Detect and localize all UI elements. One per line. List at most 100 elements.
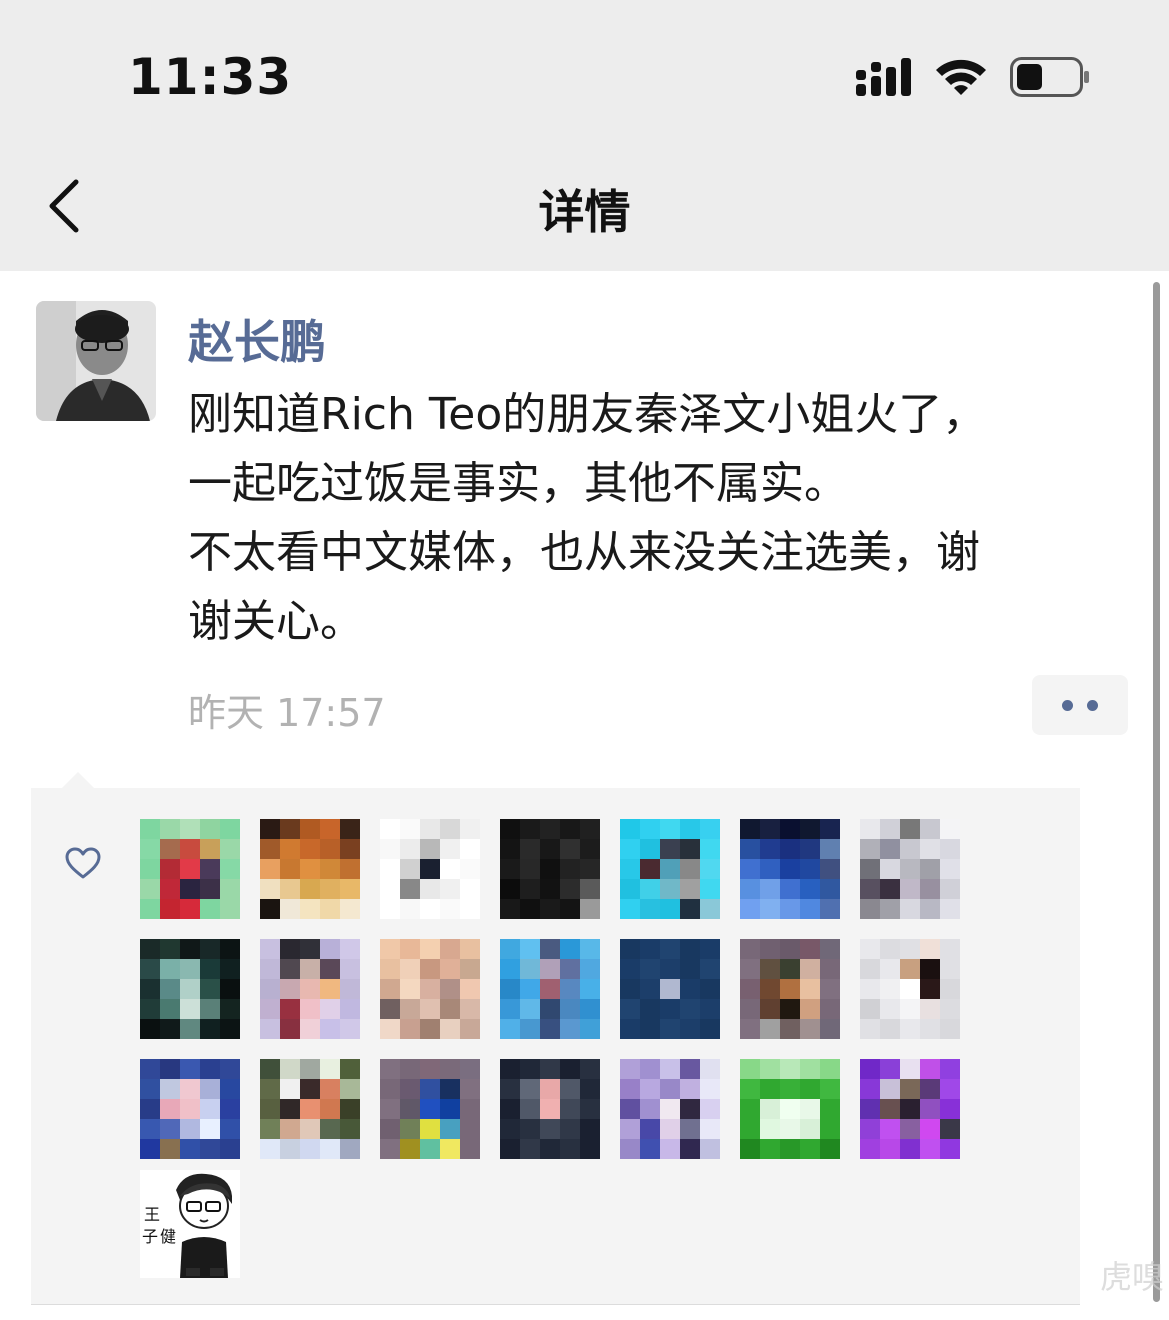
avatar-pixel	[700, 1139, 720, 1159]
avatar-pixel	[420, 1059, 440, 1079]
avatar-pixel	[660, 1139, 680, 1159]
more-actions-button[interactable]	[1032, 675, 1128, 735]
liker-avatar[interactable]	[380, 939, 480, 1039]
author-name[interactable]: 赵长鹏	[188, 306, 326, 372]
avatar-pixel	[740, 1059, 760, 1079]
avatar-pixel	[340, 1139, 360, 1159]
avatar-pixel	[580, 1059, 600, 1079]
avatar-pixel	[200, 999, 220, 1019]
avatar-pixel	[180, 899, 200, 919]
avatar-pixel	[680, 1139, 700, 1159]
avatar-pixel	[420, 959, 440, 979]
avatar-pixel	[220, 959, 240, 979]
liker-avatar[interactable]	[860, 819, 960, 919]
liker-avatar[interactable]	[860, 939, 960, 1039]
liker-avatar[interactable]	[380, 819, 480, 919]
avatar-pixel	[440, 1079, 460, 1099]
liker-avatar[interactable]	[740, 939, 840, 1039]
author-avatar[interactable]	[36, 301, 156, 421]
avatar-pixel	[540, 979, 560, 999]
liker-avatar[interactable]	[620, 819, 720, 919]
avatar-pixel	[180, 1019, 200, 1039]
avatar-pixel	[520, 819, 540, 839]
liker-avatar[interactable]	[500, 1059, 600, 1159]
avatar-pixel	[900, 939, 920, 959]
avatar-pixel	[640, 1139, 660, 1159]
avatar-pixel	[820, 999, 840, 1019]
avatar-pixel	[940, 1139, 960, 1159]
liker-avatar[interactable]	[500, 939, 600, 1039]
scrollbar[interactable]	[1153, 282, 1160, 1302]
avatar-pixel	[660, 1079, 680, 1099]
liker-avatar[interactable]	[380, 1059, 480, 1159]
avatar-pixel	[440, 939, 460, 959]
avatar-pixel	[760, 1099, 780, 1119]
avatar-pixel	[680, 959, 700, 979]
avatar-pixel	[500, 1139, 520, 1159]
avatar-pixel	[180, 839, 200, 859]
avatar-pixel	[920, 959, 940, 979]
avatar-pixel	[200, 1019, 220, 1039]
avatar-pixel	[420, 939, 440, 959]
avatar-pixel	[560, 839, 580, 859]
avatar-pixel	[180, 1079, 200, 1099]
avatar-pixel	[180, 959, 200, 979]
avatar-pixel	[500, 1099, 520, 1119]
avatar-pixel	[500, 1019, 520, 1039]
avatar-pixel	[820, 1079, 840, 1099]
liker-avatar[interactable]	[620, 1059, 720, 1159]
avatar-pixel	[660, 1059, 680, 1079]
avatar-pixel	[700, 939, 720, 959]
avatar-pixel	[880, 959, 900, 979]
post-line: 一起吃过饭是事实，其他不属实。	[188, 458, 848, 509]
avatar-pixel	[420, 979, 440, 999]
avatar-pixel	[820, 819, 840, 839]
avatar-pixel	[280, 1079, 300, 1099]
avatar-pixel	[400, 939, 420, 959]
avatar-pixel	[460, 1099, 480, 1119]
avatar-pixel	[180, 979, 200, 999]
avatar-pixel	[560, 1059, 580, 1079]
avatar-pixel	[940, 979, 960, 999]
avatar-pixel	[520, 939, 540, 959]
liker-avatar[interactable]	[260, 939, 360, 1039]
avatar-pixel	[900, 839, 920, 859]
liker-avatar[interactable]	[740, 819, 840, 919]
avatar-pixel	[780, 879, 800, 899]
avatar-pixel	[560, 879, 580, 899]
avatar-pixel	[660, 979, 680, 999]
liker-avatar[interactable]	[260, 1059, 360, 1159]
liker-avatar[interactable]	[260, 819, 360, 919]
avatar-pixel	[580, 859, 600, 879]
avatar-pixel	[900, 1099, 920, 1119]
liker-avatar[interactable]	[140, 1059, 240, 1159]
avatar-pixel	[440, 1059, 460, 1079]
avatar-pixel	[760, 1119, 780, 1139]
liker-avatar[interactable]	[620, 939, 720, 1039]
avatar-pixel	[940, 1019, 960, 1039]
liker-avatar[interactable]	[140, 939, 240, 1039]
liker-avatar[interactable]	[740, 1059, 840, 1159]
liker-avatar[interactable]	[140, 819, 240, 919]
avatar-pixel	[380, 1019, 400, 1039]
liker-avatar[interactable]: 王 子 健	[140, 1170, 240, 1278]
avatar-pixel	[620, 1019, 640, 1039]
avatar-pixel	[940, 959, 960, 979]
avatar-pixel	[180, 1139, 200, 1159]
liker-avatar[interactable]	[500, 819, 600, 919]
avatar-pixel	[880, 1059, 900, 1079]
avatar-pixel	[440, 959, 460, 979]
avatar-pixel	[640, 839, 660, 859]
avatar-pixel	[700, 859, 720, 879]
avatar-pixel	[820, 1119, 840, 1139]
avatar-pixel	[540, 1059, 560, 1079]
liker-avatar[interactable]	[860, 1059, 960, 1159]
avatar-pixel	[560, 979, 580, 999]
avatar-pixel	[620, 1119, 640, 1139]
avatar-pixel	[180, 939, 200, 959]
avatar-pixel	[140, 979, 160, 999]
avatar-pixel	[440, 879, 460, 899]
avatar-pixel	[280, 979, 300, 999]
avatar-pixel	[320, 1119, 340, 1139]
avatar-pixel	[740, 839, 760, 859]
